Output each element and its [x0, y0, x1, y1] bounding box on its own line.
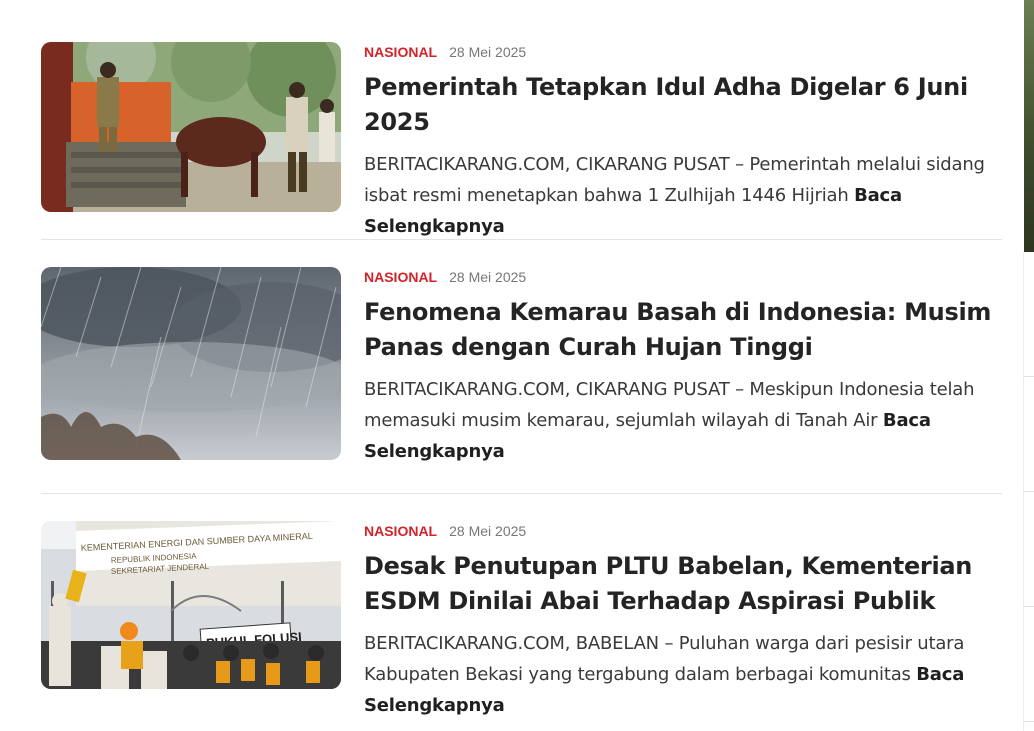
article-thumbnail[interactable]	[41, 42, 341, 212]
category-label[interactable]: NASIONAL	[364, 44, 437, 60]
sidebar-image[interactable]	[1024, 0, 1034, 252]
article-text: NASIONAL 28 Mei 2025 Fenomena Kemarau Bas…	[364, 267, 1004, 467]
article-card: KEMENTERIAN ENERGI DAN SUMBER DAYA MINER…	[41, 521, 1002, 721]
sidebar-divider	[1023, 721, 1034, 722]
article-meta: NASIONAL 28 Mei 2025	[364, 521, 1004, 541]
article-excerpt: BERITACIKARANG.COM, CIKARANG PUSAT – Mes…	[364, 374, 1004, 467]
article-text: NASIONAL 28 Mei 2025 Desak Penutupan PLTU…	[364, 521, 1004, 721]
article-title[interactable]: Desak Penutupan PLTU Babelan, Kementeria…	[364, 549, 1004, 619]
article-thumbnail[interactable]	[41, 267, 341, 460]
article-excerpt: BERITACIKARANG.COM, BABELAN – Puluhan wa…	[364, 628, 1004, 721]
article-title[interactable]: Fenomena Kemarau Basah di Indonesia: Mus…	[364, 295, 1004, 365]
article-card: NASIONAL 28 Mei 2025 Pemerintah Tetapkan …	[41, 42, 1002, 237]
article-title[interactable]: Pemerintah Tetapkan Idul Adha Digelar 6 …	[364, 70, 1004, 140]
sidebar-divider	[1023, 376, 1034, 377]
article-thumbnail[interactable]: KEMENTERIAN ENERGI DAN SUMBER DAYA MINER…	[41, 521, 341, 689]
date-label: 28 Mei 2025	[449, 269, 527, 285]
article-excerpt: BERITACIKARANG.COM, CIKARANG PUSAT – Pem…	[364, 149, 1004, 242]
sidebar-divider	[1023, 606, 1034, 607]
category-label[interactable]: NASIONAL	[364, 523, 437, 539]
divider	[41, 493, 1002, 494]
excerpt-text: BERITACIKARANG.COM, BABELAN – Puluhan wa…	[364, 633, 965, 685]
divider	[41, 239, 1002, 240]
article-text: NASIONAL 28 Mei 2025 Pemerintah Tetapkan …	[364, 42, 1004, 242]
category-label[interactable]: NASIONAL	[364, 269, 437, 285]
article-meta: NASIONAL 28 Mei 2025	[364, 267, 1004, 287]
article-meta: NASIONAL 28 Mei 2025	[364, 42, 1004, 62]
article-card: NASIONAL 28 Mei 2025 Fenomena Kemarau Bas…	[41, 267, 1002, 467]
sidebar-divider	[1023, 491, 1034, 492]
date-label: 28 Mei 2025	[449, 44, 527, 60]
date-label: 28 Mei 2025	[449, 523, 527, 539]
